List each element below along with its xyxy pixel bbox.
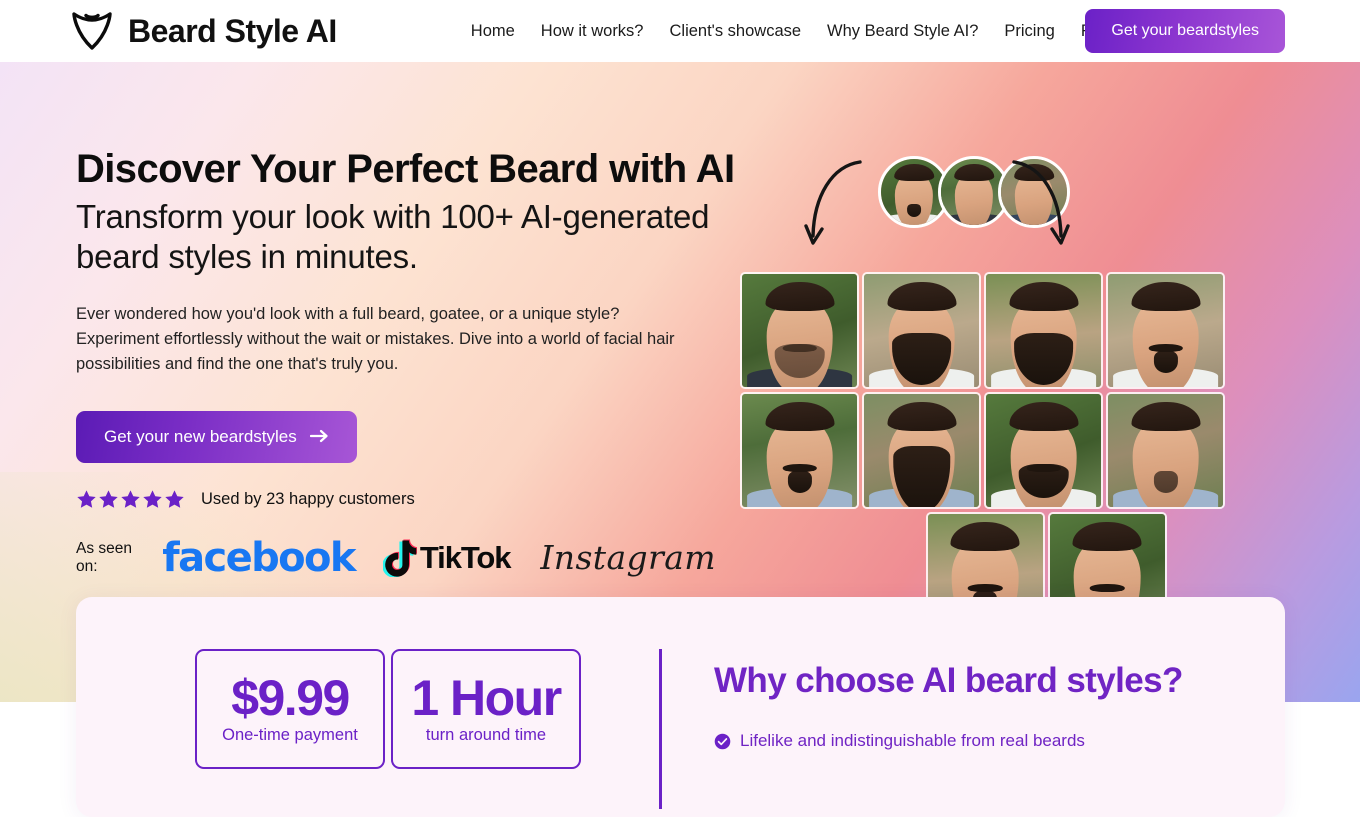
nav-item-how-it-works[interactable]: How it works? <box>541 22 644 41</box>
vertical-divider <box>659 649 662 809</box>
brand-logo[interactable]: Beard Style AI <box>70 11 337 51</box>
why-benefits-list: Lifelike and indistinguishable from real… <box>714 731 1183 751</box>
turnaround-stat-box: 1 Hour turn around time <box>391 649 581 769</box>
star-filled-icon <box>76 489 97 510</box>
beard-shield-icon <box>70 11 114 51</box>
info-card: $9.99 One-time payment 1 Hour turn aroun… <box>76 597 1285 817</box>
beard-result-1[interactable] <box>740 272 859 389</box>
hero-cta-label: Get your new beardstyles <box>104 426 297 446</box>
beard-result-4[interactable] <box>1106 272 1225 389</box>
star-filled-icon <box>164 489 185 510</box>
star-filled-icon <box>98 489 119 510</box>
grid-row <box>740 272 1230 389</box>
price-stat-box: $9.99 One-time payment <box>195 649 385 769</box>
nav-item-home[interactable]: Home <box>471 22 515 41</box>
beard-result-8[interactable] <box>1106 392 1225 509</box>
star-rating <box>76 489 185 510</box>
site-header: Beard Style AI Home How it works? Client… <box>0 0 1360 62</box>
turnaround-value: 1 Hour <box>411 670 562 726</box>
as-seen-on-label: As seen on: <box>76 539 133 575</box>
hero-copy: Discover Your Perfect Beard with AI Tran… <box>76 147 735 578</box>
arrow-right-icon <box>309 428 329 446</box>
why-title: Why choose AI beard styles? <box>714 661 1183 700</box>
price-label: One-time payment <box>222 726 358 744</box>
tiktok-note-icon <box>382 539 417 577</box>
nav-item-clients-showcase[interactable]: Client's showcase <box>670 22 802 41</box>
nav-item-why-beard-style-ai[interactable]: Why Beard Style AI? <box>827 22 978 41</box>
check-circle-icon <box>714 733 731 750</box>
tiktok-wordmark: TikTok <box>419 540 512 576</box>
list-item-label: Lifelike and indistinguishable from real… <box>740 731 1085 750</box>
rating-row: Used by 23 happy customers <box>76 489 716 510</box>
hero-description: Ever wondered how you'd look with a full… <box>76 304 675 373</box>
header-cta-button[interactable]: Get your beardstyles <box>1085 9 1285 53</box>
beard-results-grid <box>740 272 1230 632</box>
star-filled-icon <box>142 489 163 510</box>
beard-result-6[interactable] <box>862 392 981 509</box>
beard-result-3[interactable] <box>984 272 1103 389</box>
stat-boxes: $9.99 One-time payment 1 Hour turn aroun… <box>195 649 581 769</box>
beard-result-5[interactable] <box>740 392 859 509</box>
list-item: Lifelike and indistinguishable from real… <box>714 731 1183 751</box>
instagram-logo: Instagram <box>540 538 716 578</box>
main-navigation: Home How it works? Client's showcase Why… <box>471 22 1114 41</box>
as-seen-on-row: As seen on: facebook TikTok Instagram <box>76 538 716 578</box>
page-subtitle: Transform your look with 100+ AI-generat… <box>76 198 710 276</box>
why-section: Why choose AI beard styles? Lifelike and… <box>714 649 1183 774</box>
beard-result-7[interactable] <box>984 392 1103 509</box>
hero-cta-button[interactable]: Get your new beardstyles <box>76 410 357 463</box>
beard-result-2[interactable] <box>862 272 981 389</box>
page-title: Discover Your Perfect Beard with AI <box>76 147 735 191</box>
star-filled-icon <box>120 489 141 510</box>
rating-text: Used by 23 happy customers <box>201 489 415 508</box>
facebook-logo: facebook <box>162 534 356 581</box>
turnaround-label: turn around time <box>425 726 547 744</box>
tiktok-logo: TikTok <box>382 539 512 577</box>
showcase-visual <box>738 84 1238 644</box>
brand-name: Beard Style AI <box>128 12 337 49</box>
nav-item-pricing[interactable]: Pricing <box>1004 22 1054 41</box>
grid-row <box>740 392 1230 509</box>
curved-arrow-down-icon <box>1012 160 1070 245</box>
price-value: $9.99 <box>231 670 350 726</box>
